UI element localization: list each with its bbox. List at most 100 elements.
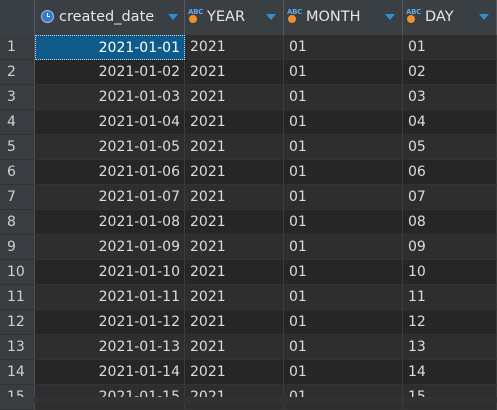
cell-day[interactable]: 02 xyxy=(403,60,497,85)
cell-year[interactable]: 2021 xyxy=(185,110,284,135)
cell-created-date[interactable]: 2021-01-02 xyxy=(35,60,185,85)
abc-string-icon: ABC xyxy=(287,8,305,24)
cell-day[interactable]: 12 xyxy=(403,310,497,335)
cell-created-date[interactable]: 2021-01-12 xyxy=(35,310,185,335)
table-row[interactable]: 8 2021-01-08 2021 01 08 xyxy=(0,210,497,235)
cell-created-date[interactable]: 2021-01-08 xyxy=(35,210,185,235)
cell-day[interactable]: 04 xyxy=(403,110,497,135)
cell-month[interactable]: 01 xyxy=(284,160,403,185)
abc-string-icon: ABC xyxy=(188,8,206,24)
cell-day[interactable]: 06 xyxy=(403,160,497,185)
cell-month[interactable]: 01 xyxy=(284,35,403,60)
result-grid: created_date ABC YEAR ABC MONTH ABC DAY … xyxy=(0,0,497,410)
cell-created-date[interactable]: 2021-01-03 xyxy=(35,85,185,110)
table-row[interactable]: 5 2021-01-05 2021 01 05 xyxy=(0,135,497,160)
cell-month[interactable]: 01 xyxy=(284,85,403,110)
table-row[interactable]: 7 2021-01-07 2021 01 07 xyxy=(0,185,497,210)
cell-month[interactable]: 01 xyxy=(284,235,403,260)
cell-created-date[interactable]: 2021-01-07 xyxy=(35,185,185,210)
cell-month[interactable]: 01 xyxy=(284,110,403,135)
cell-year[interactable]: 2021 xyxy=(185,260,284,285)
row-number[interactable]: 9 xyxy=(0,235,35,260)
cell-day[interactable]: 14 xyxy=(403,360,497,385)
cell-year[interactable]: 2021 xyxy=(185,85,284,110)
cell-created-date[interactable]: 2021-01-09 xyxy=(35,235,185,260)
cell-month[interactable]: 01 xyxy=(284,60,403,85)
cell-created-date[interactable]: 2021-01-10 xyxy=(35,260,185,285)
table-row[interactable]: 9 2021-01-09 2021 01 09 xyxy=(0,235,497,260)
cell-created-date[interactable]: 2021-01-01 xyxy=(35,35,185,60)
cell-month[interactable]: 01 xyxy=(284,360,403,385)
cell-year[interactable]: 2021 xyxy=(185,35,284,60)
cell-created-date[interactable]: 2021-01-14 xyxy=(35,360,185,385)
cell-day[interactable]: 10 xyxy=(403,260,497,285)
sort-dropdown-icon[interactable] xyxy=(385,14,395,20)
cell-month[interactable]: 01 xyxy=(284,135,403,160)
cell-year[interactable]: 2021 xyxy=(185,60,284,85)
cell-day[interactable]: 05 xyxy=(403,135,497,160)
cell-created-date[interactable]: 2021-01-05 xyxy=(35,135,185,160)
row-number[interactable]: 5 xyxy=(0,135,35,160)
table-row[interactable]: 3 2021-01-03 2021 01 03 xyxy=(0,85,497,110)
table-row[interactable]: 12 2021-01-12 2021 01 12 xyxy=(0,310,497,335)
cell-month[interactable]: 01 xyxy=(284,335,403,360)
table-row[interactable]: 13 2021-01-13 2021 01 13 xyxy=(0,335,497,360)
cell-year[interactable]: 2021 xyxy=(185,210,284,235)
cell-day[interactable]: 03 xyxy=(403,85,497,110)
row-number[interactable]: 3 xyxy=(0,85,35,110)
cell-year[interactable]: 2021 xyxy=(185,360,284,385)
row-number[interactable]: 13 xyxy=(0,335,35,360)
table-row[interactable]: 10 2021-01-10 2021 01 10 xyxy=(0,260,497,285)
cell-created-date[interactable]: 2021-01-11 xyxy=(35,285,185,310)
column-header-month[interactable]: ABC MONTH xyxy=(284,0,403,35)
cell-day[interactable]: 09 xyxy=(403,235,497,260)
row-number[interactable]: 10 xyxy=(0,260,35,285)
cell-created-date[interactable]: 2021-01-13 xyxy=(35,335,185,360)
row-number[interactable]: 7 xyxy=(0,185,35,210)
horizontal-scrollbar[interactable] xyxy=(0,397,497,403)
table-row[interactable]: 4 2021-01-04 2021 01 04 xyxy=(0,110,497,135)
row-number[interactable]: 14 xyxy=(0,360,35,385)
clock-icon xyxy=(41,10,54,23)
table-row[interactable]: 14 2021-01-14 2021 01 14 xyxy=(0,360,497,385)
cell-month[interactable]: 01 xyxy=(284,310,403,335)
cell-year[interactable]: 2021 xyxy=(185,160,284,185)
cell-day[interactable]: 07 xyxy=(403,185,497,210)
row-number[interactable]: 12 xyxy=(0,310,35,335)
column-header-year[interactable]: ABC YEAR xyxy=(185,0,284,35)
cell-day[interactable]: 08 xyxy=(403,210,497,235)
table-row[interactable]: 6 2021-01-06 2021 01 06 xyxy=(0,160,497,185)
row-number[interactable]: 1 xyxy=(0,35,35,60)
cell-month[interactable]: 01 xyxy=(284,285,403,310)
table-row[interactable]: 11 2021-01-11 2021 01 11 xyxy=(0,285,497,310)
column-header-day[interactable]: ABC DAY xyxy=(403,0,497,35)
cell-day[interactable]: 13 xyxy=(403,335,497,360)
column-header-created-date[interactable]: created_date xyxy=(35,0,185,35)
cell-month[interactable]: 01 xyxy=(284,185,403,210)
row-number[interactable]: 8 xyxy=(0,210,35,235)
cell-year[interactable]: 2021 xyxy=(185,135,284,160)
cell-year[interactable]: 2021 xyxy=(185,310,284,335)
column-header-label: YEAR xyxy=(207,9,246,25)
cell-day[interactable]: 01 xyxy=(403,35,497,60)
cell-created-date[interactable]: 2021-01-04 xyxy=(35,110,185,135)
table-row[interactable]: 2 2021-01-02 2021 01 02 xyxy=(0,60,497,85)
row-number-header[interactable] xyxy=(0,0,35,35)
table-row[interactable]: 1 2021-01-01 2021 01 01 xyxy=(0,35,497,60)
cell-month[interactable]: 01 xyxy=(284,260,403,285)
column-header-label: MONTH xyxy=(306,9,361,25)
cell-day[interactable]: 11 xyxy=(403,285,497,310)
row-number[interactable]: 4 xyxy=(0,110,35,135)
row-number[interactable]: 11 xyxy=(0,285,35,310)
cell-month[interactable]: 01 xyxy=(284,210,403,235)
cell-year[interactable]: 2021 xyxy=(185,185,284,210)
row-number[interactable]: 6 xyxy=(0,160,35,185)
sort-dropdown-icon[interactable] xyxy=(479,14,489,20)
cell-created-date[interactable]: 2021-01-06 xyxy=(35,160,185,185)
cell-year[interactable]: 2021 xyxy=(185,335,284,360)
sort-dropdown-icon[interactable] xyxy=(168,14,178,20)
cell-year[interactable]: 2021 xyxy=(185,285,284,310)
row-number[interactable]: 2 xyxy=(0,60,35,85)
cell-year[interactable]: 2021 xyxy=(185,235,284,260)
sort-dropdown-icon[interactable] xyxy=(266,14,276,20)
